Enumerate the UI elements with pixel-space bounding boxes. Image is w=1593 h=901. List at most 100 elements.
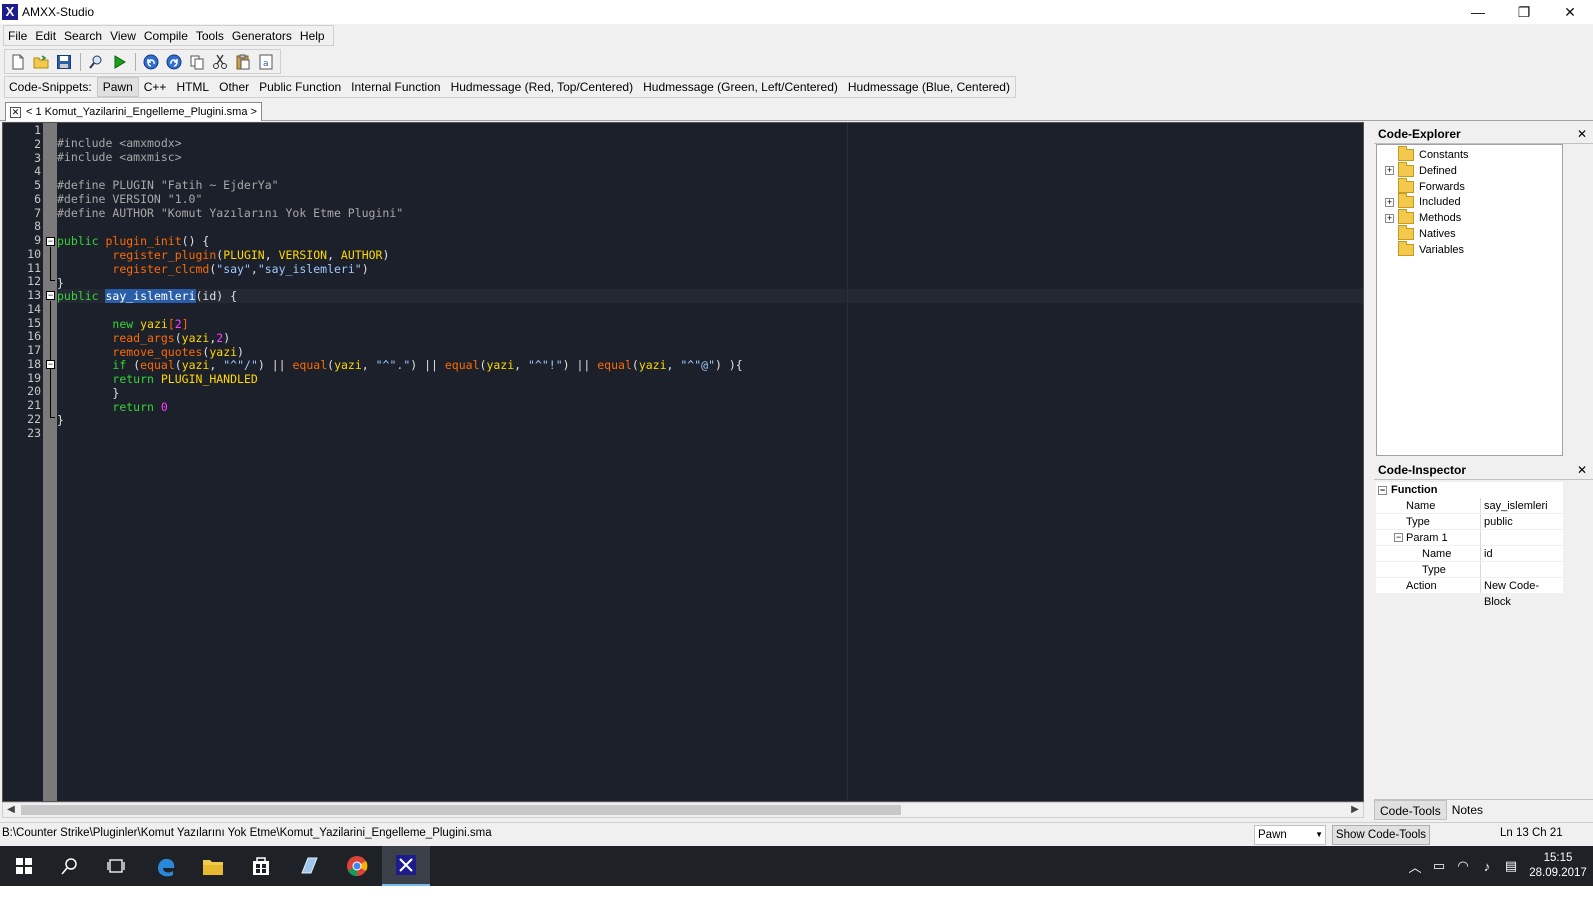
save-icon[interactable]: [53, 51, 75, 73]
explorer-item[interactable]: + Methods: [1385, 209, 1461, 226]
inspector-row[interactable]: Type public: [1376, 514, 1563, 530]
restore-button[interactable]: ❐: [1501, 0, 1547, 24]
select-all-icon[interactable]: a: [255, 51, 277, 73]
inspector-row[interactable]: Type: [1376, 562, 1563, 578]
menu-help[interactable]: Help: [296, 29, 329, 43]
line-number: 23: [27, 426, 41, 440]
windows-taskbar: ︿ ▭ ◠ ♪ ▤ 15:15 28.09.2017: [0, 846, 1593, 886]
scrollbar-thumb[interactable]: [21, 805, 901, 815]
code-area[interactable]: #include <amxmodx> #include <amxmisc> #d…: [57, 123, 1363, 801]
menu-view[interactable]: View: [106, 29, 140, 43]
minimize-button[interactable]: —: [1455, 0, 1501, 24]
fold-toggle-icon[interactable]: −: [46, 237, 55, 246]
search-icon[interactable]: [46, 846, 94, 886]
code-explorer-tree[interactable]: Constants + Defined Forwards + Included + Metho…: [1376, 144, 1563, 456]
wifi-icon[interactable]: ◠: [1451, 858, 1475, 874]
snippet-pawn[interactable]: Pawn: [96, 77, 139, 97]
scroll-left-icon[interactable]: ◀: [3, 803, 19, 817]
amxx-studio-taskbar-icon[interactable]: [382, 846, 430, 886]
notepad-icon[interactable]: [285, 846, 333, 886]
inspector-row[interactable]: Action New Code-Block: [1376, 578, 1563, 608]
new-file-icon[interactable]: [7, 51, 29, 73]
start-icon[interactable]: [0, 846, 48, 886]
snippet-hudmessage-green[interactable]: Hudmessage (Green, Left/Centered): [638, 77, 843, 97]
cut-icon[interactable]: [209, 51, 231, 73]
code-inspector-grid[interactable]: − Function Name say_islemleri Type public − P…: [1376, 482, 1563, 608]
notification-icon[interactable]: ▤: [1499, 858, 1523, 874]
line-number: 8: [34, 219, 41, 233]
inspector-row[interactable]: − Param 1: [1376, 530, 1563, 546]
volume-icon[interactable]: ♪: [1475, 859, 1499, 874]
expand-icon[interactable]: +: [1385, 197, 1394, 207]
run-icon[interactable]: [108, 51, 130, 73]
explorer-item[interactable]: Natives: [1385, 225, 1456, 242]
show-code-tools-button[interactable]: Show Code-Tools: [1332, 825, 1430, 845]
collapse-icon[interactable]: −: [1394, 533, 1403, 542]
line-number: 18: [27, 357, 41, 371]
snippet-other[interactable]: Other: [214, 77, 254, 97]
explorer-item[interactable]: + Defined: [1385, 161, 1457, 179]
file-tab[interactable]: ✕ < 1 Komut_Yazilarini_Engelleme_Plugini…: [5, 102, 262, 121]
snippet-html[interactable]: HTML: [171, 77, 214, 97]
code-line: register_plugin(PLUGIN, VERSION, AUTHOR): [112, 248, 390, 262]
line-number: 12: [27, 274, 41, 288]
close-icon[interactable]: ✕: [1577, 463, 1587, 477]
svg-text:a: a: [263, 59, 269, 69]
line-number: 9: [34, 233, 41, 247]
menu-compile[interactable]: Compile: [140, 29, 192, 43]
chrome-icon[interactable]: [333, 846, 381, 886]
copy-icon[interactable]: [186, 51, 208, 73]
code-line: #define PLUGIN "Fatih ~ EjderYa": [57, 178, 279, 192]
menu-tools[interactable]: Tools: [192, 29, 228, 43]
collapse-icon[interactable]: −: [1378, 485, 1387, 495]
task-view-icon[interactable]: [92, 846, 140, 886]
paste-icon[interactable]: [232, 51, 254, 73]
inspector-row[interactable]: Name say_islemleri: [1376, 498, 1563, 514]
scroll-right-icon[interactable]: ▶: [1347, 803, 1363, 817]
file-explorer-icon[interactable]: [189, 846, 237, 886]
inspector-section[interactable]: − Function: [1376, 482, 1437, 498]
explorer-item[interactable]: + Included: [1385, 193, 1461, 210]
snippet-cpp[interactable]: C++: [139, 77, 172, 97]
line-number: 11: [27, 261, 41, 275]
horizontal-scrollbar[interactable]: ◀ ▶: [2, 802, 1364, 818]
line-number: 3: [34, 151, 41, 165]
battery-icon[interactable]: ▭: [1427, 858, 1451, 874]
undo-icon[interactable]: [140, 51, 162, 73]
close-tab-icon[interactable]: ✕: [10, 106, 21, 118]
snippet-hudmessage-red[interactable]: Hudmessage (Red, Top/Centered): [446, 77, 639, 97]
menu-file[interactable]: File: [4, 29, 31, 43]
menu-generators[interactable]: Generators: [228, 29, 296, 43]
side-tab-bar: Code-Tools Notes: [1374, 799, 1593, 820]
inspector-row[interactable]: Name id: [1376, 546, 1563, 562]
tab-code-tools[interactable]: Code-Tools: [1374, 799, 1447, 820]
redo-icon[interactable]: [163, 51, 185, 73]
find-icon[interactable]: [85, 51, 107, 73]
line-number: 4: [34, 164, 41, 178]
snippet-public-function[interactable]: Public Function: [254, 77, 346, 97]
store-icon[interactable]: [237, 846, 285, 886]
folder-icon: [1398, 225, 1414, 240]
expand-icon[interactable]: +: [1385, 213, 1394, 223]
close-icon[interactable]: ✕: [1577, 127, 1587, 141]
edge-browser-icon[interactable]: [142, 846, 190, 886]
menu-search[interactable]: Search: [60, 29, 106, 43]
language-select[interactable]: Pawn ▼: [1254, 825, 1326, 845]
close-window-button[interactable]: ✕: [1547, 0, 1593, 24]
code-editor[interactable]: 1 2 3 4 5 6 7 8 9 10 11 12 13 14 15 16 17 18 19 20 21 22 23 − …: [2, 122, 1364, 802]
fold-toggle-icon[interactable]: −: [46, 360, 55, 369]
clock[interactable]: 15:15 28.09.2017: [1523, 851, 1593, 881]
explorer-item[interactable]: Forwards: [1385, 177, 1465, 195]
explorer-item[interactable]: Constants: [1385, 146, 1469, 163]
snippet-hudmessage-blue[interactable]: Hudmessage (Blue, Centered): [843, 77, 1015, 97]
chevron-up-icon[interactable]: ︿: [1403, 857, 1427, 876]
explorer-item[interactable]: Variables: [1385, 240, 1464, 258]
open-folder-icon[interactable]: [30, 51, 52, 73]
expand-icon[interactable]: +: [1385, 166, 1394, 176]
fold-toggle-icon[interactable]: −: [46, 291, 55, 300]
menu-edit[interactable]: Edit: [31, 29, 60, 43]
tab-notes[interactable]: Notes: [1447, 800, 1488, 820]
system-tray: ︿ ▭ ◠ ♪ ▤ 15:15 28.09.2017: [1403, 846, 1593, 886]
snippet-internal-function[interactable]: Internal Function: [346, 77, 445, 97]
window-controls: — ❐ ✕: [1455, 0, 1593, 24]
